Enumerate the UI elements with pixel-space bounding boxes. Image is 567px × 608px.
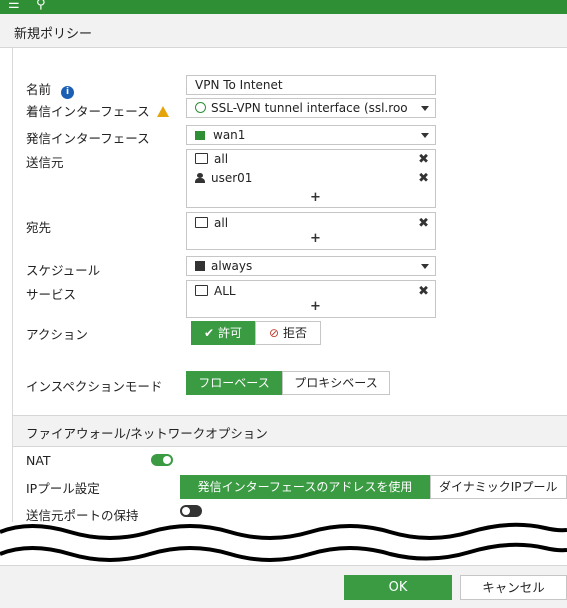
use-outgoing-interface-address-button[interactable]: 発信インターフェースのアドレスを使用 <box>180 475 430 499</box>
user-icon <box>195 173 205 183</box>
destination-field[interactable]: all ✖ + <box>186 212 436 250</box>
source-label: 送信元 <box>26 155 64 170</box>
inspection-mode-label: インスペクションモード <box>26 379 163 394</box>
section-title: ファイアウォール/ネットワークオプション <box>26 426 268 441</box>
ok-button[interactable]: OK <box>344 575 452 600</box>
chevron-down-icon <box>421 264 429 269</box>
nat-label: NAT <box>26 453 51 468</box>
add-icon[interactable]: + <box>310 299 321 314</box>
flow-based-button[interactable]: フローベース <box>186 371 282 395</box>
dialog-footer: OK キャンセル <box>0 565 567 608</box>
address-icon <box>195 153 208 164</box>
port-icon <box>195 131 205 140</box>
cancel-button[interactable]: キャンセル <box>460 575 567 600</box>
top-bar: ☰ ⚲ <box>0 0 567 14</box>
list-item: user01 <box>195 171 252 185</box>
nat-toggle[interactable] <box>151 454 173 466</box>
source-field[interactable]: all ✖ user01 ✖ + <box>186 149 436 208</box>
add-icon[interactable]: + <box>310 231 321 246</box>
ip-pool-label: IPプール設定 <box>26 481 100 496</box>
dynamic-ip-pool-button[interactable]: ダイナミックIPプール <box>430 475 567 499</box>
list-item: all <box>195 152 228 166</box>
schedule-label: スケジュール <box>26 263 101 278</box>
service-field[interactable]: ALL ✖ + <box>186 280 436 318</box>
page-break-wave <box>0 522 567 564</box>
remove-icon[interactable]: ✖ <box>418 284 429 299</box>
service-label: サービス <box>26 287 77 302</box>
chevron-down-icon <box>421 133 429 138</box>
accept-button[interactable]: ✔ 許可 <box>191 321 255 345</box>
schedule-select[interactable]: always <box>186 256 436 276</box>
action-label: アクション <box>26 327 88 342</box>
address-icon <box>195 217 208 228</box>
remove-icon[interactable]: ✖ <box>418 171 429 186</box>
page-title: 新規ポリシー <box>14 27 93 42</box>
destination-label: 宛先 <box>26 220 52 235</box>
firewall-options-section: ファイアウォール/ネットワークオプション <box>13 415 567 447</box>
outgoing-interface-label: 発信インターフェース <box>26 131 150 146</box>
clock-icon <box>195 261 205 271</box>
outgoing-interface-select[interactable]: wan1 <box>186 125 436 145</box>
name-input[interactable]: VPN To Intenet <box>186 75 436 95</box>
divider <box>12 47 13 522</box>
add-icon[interactable]: + <box>310 190 321 205</box>
list-item: ALL <box>195 284 236 298</box>
incoming-interface-label: 着信インターフェース <box>26 101 169 120</box>
deny-button[interactable]: ⊘ 拒否 <box>255 321 321 345</box>
warning-icon <box>156 106 169 117</box>
info-icon[interactable]: i <box>61 86 74 99</box>
incoming-interface-select[interactable]: SSL-VPN tunnel interface (ssl.roo <box>186 98 436 118</box>
service-icon <box>195 285 208 296</box>
deny-icon: ⊘ <box>269 326 280 340</box>
tunnel-icon <box>195 102 206 113</box>
remove-icon[interactable]: ✖ <box>418 216 429 231</box>
list-item: all <box>195 216 228 230</box>
hamburger-icon[interactable]: ☰ <box>8 0 20 12</box>
check-icon: ✔ <box>204 326 215 340</box>
remove-icon[interactable]: ✖ <box>418 152 429 167</box>
chevron-down-icon <box>421 106 429 111</box>
dialog-header: 新規ポリシー <box>0 14 567 48</box>
proxy-based-button[interactable]: プロキシベース <box>282 371 390 395</box>
search-icon[interactable]: ⚲ <box>36 0 46 12</box>
name-label: 名前 i <box>26 79 74 99</box>
